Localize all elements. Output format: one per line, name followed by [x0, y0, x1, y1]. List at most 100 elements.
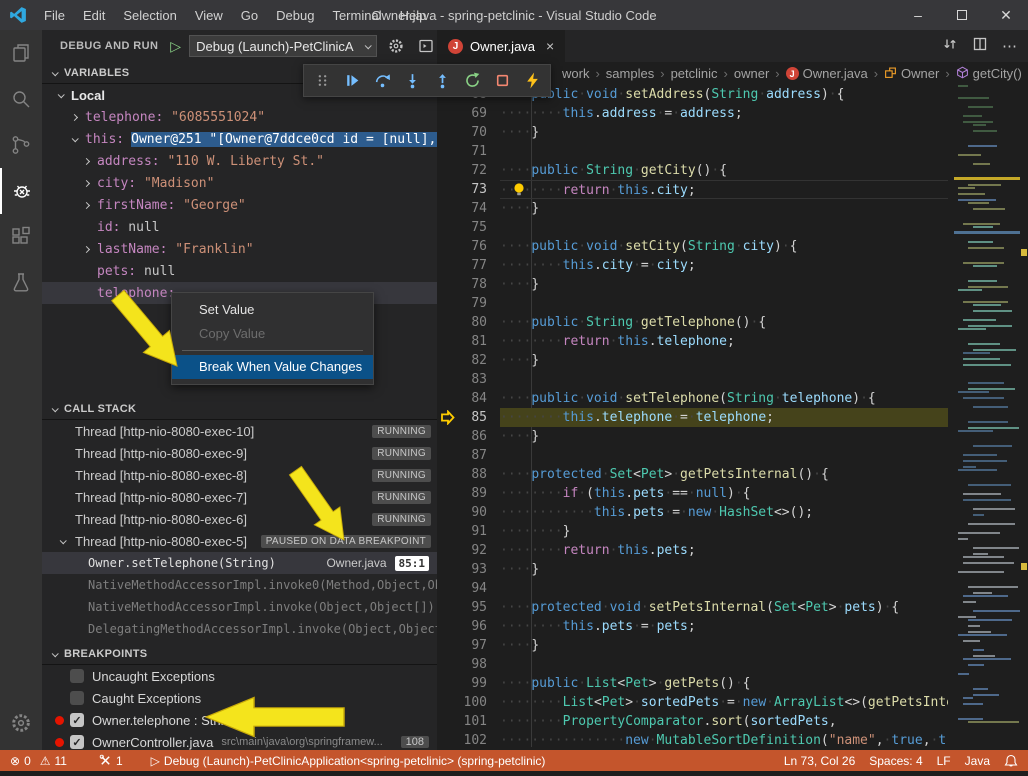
menu-item-break-when-value-changes[interactable]: Break When Value Changes: [172, 355, 373, 379]
thread-row[interactable]: Thread [http-nio-8080-exec-10]RUNNING: [42, 420, 437, 442]
code-gutter[interactable]: 98: [437, 655, 500, 674]
code-line[interactable]: 81········return·this.telephone;: [437, 332, 948, 351]
variable-row[interactable]: firstName: "George": [42, 194, 437, 216]
code-gutter[interactable]: 92: [437, 541, 500, 560]
restart-icon[interactable]: [457, 67, 487, 95]
breadcrumb-item[interactable]: Owner: [884, 66, 939, 82]
menu-view[interactable]: View: [186, 0, 232, 30]
menu-debug[interactable]: Debug: [267, 0, 323, 30]
code-line[interactable]: 79: [437, 294, 948, 313]
code-gutter[interactable]: 100: [437, 693, 500, 712]
overview-ruler[interactable]: [1020, 85, 1028, 750]
tab-close-icon[interactable]: ×: [546, 38, 554, 54]
breakpoint-row[interactable]: Caught Exceptions: [42, 687, 437, 709]
code-line[interactable]: 94: [437, 579, 948, 598]
explorer-icon[interactable]: [0, 30, 42, 76]
code-gutter[interactable]: 78: [437, 275, 500, 294]
code-gutter[interactable]: 71: [437, 142, 500, 161]
code-gutter[interactable]: 76: [437, 237, 500, 256]
problems-status[interactable]: ⊗ 0 ⚠ 11: [0, 750, 74, 771]
code-gutter[interactable]: 79: [437, 294, 500, 313]
hot-code-replace-icon[interactable]: [517, 67, 547, 95]
variable-row[interactable]: lastName: "Franklin": [42, 238, 437, 260]
eol-status[interactable]: LF: [930, 750, 958, 771]
menu-go[interactable]: Go: [232, 0, 267, 30]
code-gutter[interactable]: 97: [437, 636, 500, 655]
breadcrumb-item[interactable]: getCity(): [956, 66, 1022, 82]
split-editor-icon[interactable]: [972, 36, 988, 57]
code-line[interactable]: 82····}: [437, 351, 948, 370]
stack-frame-row[interactable]: Owner.setTelephone(String)Owner.java85:1: [42, 552, 437, 574]
code-gutter[interactable]: 70: [437, 123, 500, 142]
code-line[interactable]: 72····public·String·getCity()·{: [437, 161, 948, 180]
code-line[interactable]: 98: [437, 655, 948, 674]
code-gutter[interactable]: 101: [437, 712, 500, 731]
code-line[interactable]: 92········return·this.pets;: [437, 541, 948, 560]
step-over-icon[interactable]: [367, 67, 397, 95]
code-line[interactable]: 71: [437, 142, 948, 161]
code-line[interactable]: 95····protected·void·setPetsInternal(Set…: [437, 598, 948, 617]
code-gutter[interactable]: 102: [437, 731, 500, 750]
close-button[interactable]: ✕: [984, 0, 1028, 30]
stack-frame-row[interactable]: DelegatingMethodAccessorImpl.invoke(Obje…: [42, 618, 437, 640]
thread-row[interactable]: Thread [http-nio-8080-exec-9]RUNNING: [42, 442, 437, 464]
configure-gear-icon[interactable]: [385, 35, 407, 57]
code-line[interactable]: 99····public·List<Pet>·getPets()·{: [437, 674, 948, 693]
code-area[interactable]: 68····public·void·setAddress(String·addr…: [437, 85, 948, 750]
thread-row[interactable]: Thread [http-nio-8080-exec-7]RUNNING: [42, 486, 437, 508]
code-line[interactable]: 97····}: [437, 636, 948, 655]
code-gutter[interactable]: 72: [437, 161, 500, 180]
breakpoint-row[interactable]: ✓OwnerController.javasrc\main\java\org\s…: [42, 731, 437, 750]
code-gutter[interactable]: 87: [437, 446, 500, 465]
step-into-icon[interactable]: [397, 67, 427, 95]
extensions-icon[interactable]: [0, 214, 42, 260]
breakpoints-section-header[interactable]: BREAKPOINTS: [42, 643, 437, 665]
search-icon[interactable]: [0, 76, 42, 122]
code-line[interactable]: 84····public·void·setTelephone(String·te…: [437, 389, 948, 408]
code-line[interactable]: 101········PropertyComparator.sort(sorte…: [437, 712, 948, 731]
step-out-icon[interactable]: [427, 67, 457, 95]
variable-row[interactable]: address: "110 W. Liberty St.": [42, 150, 437, 172]
code-line[interactable]: 91········}: [437, 522, 948, 541]
language-mode[interactable]: Java: [958, 750, 997, 771]
code-line[interactable]: 86····}: [437, 427, 948, 446]
code-line[interactable]: 88····protected·Set<Pet>·getPetsInternal…: [437, 465, 948, 484]
code-line[interactable]: 74····}: [437, 199, 948, 218]
code-gutter[interactable]: 89: [437, 484, 500, 503]
code-line[interactable]: 80····public·String·getTelephone()·{: [437, 313, 948, 332]
code-gutter[interactable]: 84: [437, 389, 500, 408]
thread-row[interactable]: Thread [http-nio-8080-exec-6]RUNNING: [42, 508, 437, 530]
stop-icon[interactable]: [487, 67, 517, 95]
code-line[interactable]: 87: [437, 446, 948, 465]
code-gutter[interactable]: 95: [437, 598, 500, 617]
debug-target-status[interactable]: ▷ Debug (Launch)-PetClinicApplication<sp…: [144, 750, 553, 771]
breadcrumb-item[interactable]: samples: [606, 66, 654, 81]
breakpoint-row[interactable]: Uncaught Exceptions: [42, 665, 437, 687]
code-line[interactable]: 78····}: [437, 275, 948, 294]
code-line[interactable]: 96········this.pets·=·pets;: [437, 617, 948, 636]
code-line[interactable]: 75: [437, 218, 948, 237]
code-gutter[interactable]: 80: [437, 313, 500, 332]
source-control-icon[interactable]: [0, 122, 42, 168]
code-gutter[interactable]: 99: [437, 674, 500, 693]
code-line[interactable]: 102················new·MutableSortDefini…: [437, 731, 948, 750]
minimize-button[interactable]: –: [896, 0, 940, 30]
tools-status[interactable]: 1: [92, 750, 130, 771]
cursor-position[interactable]: Ln 73, Col 26: [777, 750, 862, 771]
code-line[interactable]: 90············this.pets·=·new·HashSet<>(…: [437, 503, 948, 522]
code-gutter[interactable]: 83: [437, 370, 500, 389]
maximize-button[interactable]: [940, 0, 984, 30]
breakpoint-checkbox[interactable]: ✓: [70, 713, 84, 727]
menu-item-copy-value[interactable]: Copy Value: [172, 322, 373, 346]
thread-row[interactable]: Thread [http-nio-8080-exec-5]PAUSED ON D…: [42, 530, 437, 552]
code-gutter[interactable]: 73: [437, 180, 500, 199]
notifications-bell[interactable]: [997, 750, 1028, 771]
continue-icon[interactable]: [337, 67, 367, 95]
menu-item-set-value[interactable]: Set Value: [172, 298, 373, 322]
code-line[interactable]: 93····}: [437, 560, 948, 579]
code-gutter[interactable]: 96: [437, 617, 500, 636]
toolbar-gripper[interactable]: [307, 67, 337, 95]
breadcrumb-item[interactable]: JOwner.java: [786, 66, 868, 81]
swap-editors-icon[interactable]: [942, 36, 958, 57]
code-line[interactable]: 73········return·this.city;: [437, 180, 948, 199]
